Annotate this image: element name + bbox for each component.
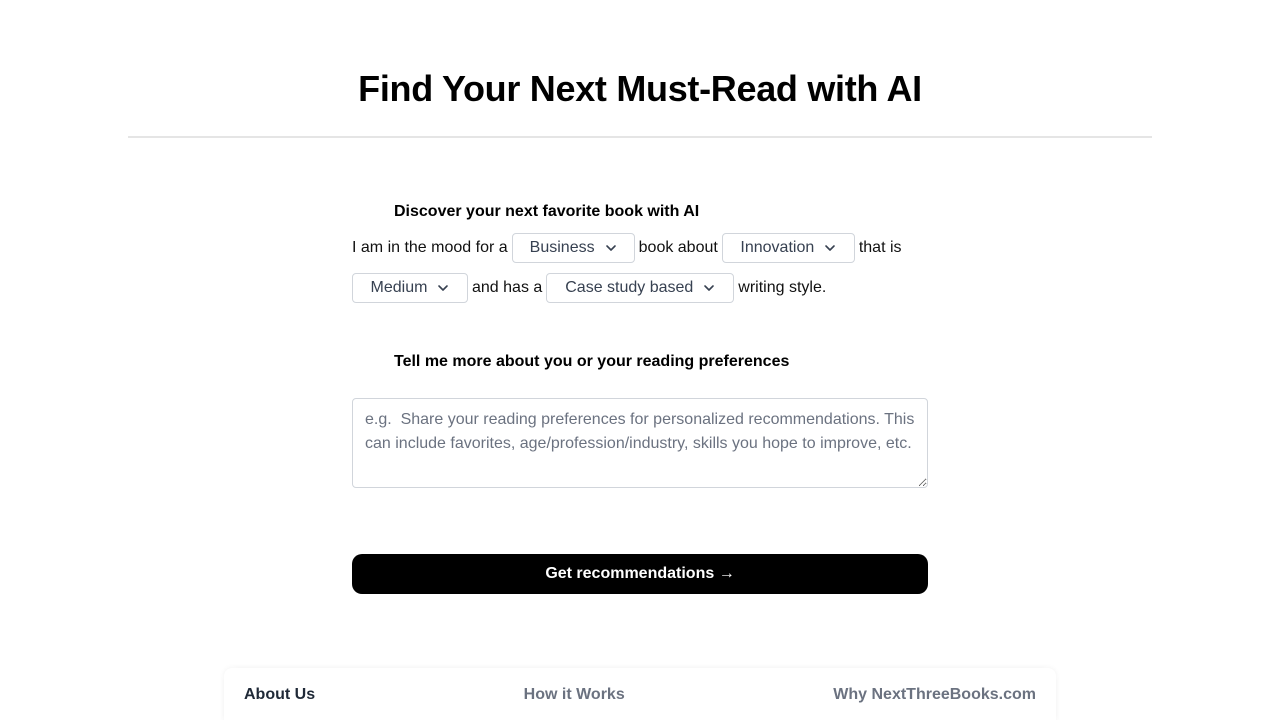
footer-link-why-nextthreebooks[interactable]: Why NextThreeBooks.com (833, 686, 1036, 704)
chevron-down-icon (437, 282, 449, 294)
sentence-text: writing style. (738, 279, 827, 296)
mood-sentence-line-1: I am in the mood for a Business book abo… (352, 233, 906, 263)
discover-label: Discover your next favorite book with AI (394, 203, 700, 220)
preferences-label: Tell me more about you or your reading p… (394, 353, 790, 370)
chevron-down-icon (703, 282, 715, 294)
mood-sentence-line-2: Medium and has a Case study based writin… (352, 273, 830, 303)
footer-link-about-us[interactable]: About Us (244, 686, 315, 704)
chevron-down-icon (605, 242, 617, 254)
length-select-value: Medium (370, 279, 428, 296)
sentence-text: and has a (472, 279, 543, 296)
footer-nav: About Us How it Works Why NextThreeBooks… (224, 668, 1056, 720)
style-select[interactable]: Case study based (546, 273, 735, 303)
get-recommendations-button[interactable]: Get recommendations → (352, 554, 928, 594)
style-select-value: Case study based (565, 279, 694, 296)
title-divider (128, 136, 1152, 138)
footer-link-how-it-works[interactable]: How it Works (524, 686, 625, 704)
length-select[interactable]: Medium (352, 273, 468, 303)
sentence-text: that is (858, 239, 902, 256)
genre-select-value: Business (529, 239, 595, 256)
topic-select-value: Innovation (740, 239, 815, 256)
sentence-text: book about (638, 239, 718, 256)
sentence-text: I am in the mood for a (352, 239, 508, 256)
reading-preferences-textarea[interactable] (352, 398, 928, 488)
chevron-down-icon (824, 242, 836, 254)
genre-select[interactable]: Business (511, 233, 635, 263)
topic-select[interactable]: Innovation (721, 233, 855, 263)
page-title: Find Your Next Must-Read with AI (358, 68, 922, 109)
